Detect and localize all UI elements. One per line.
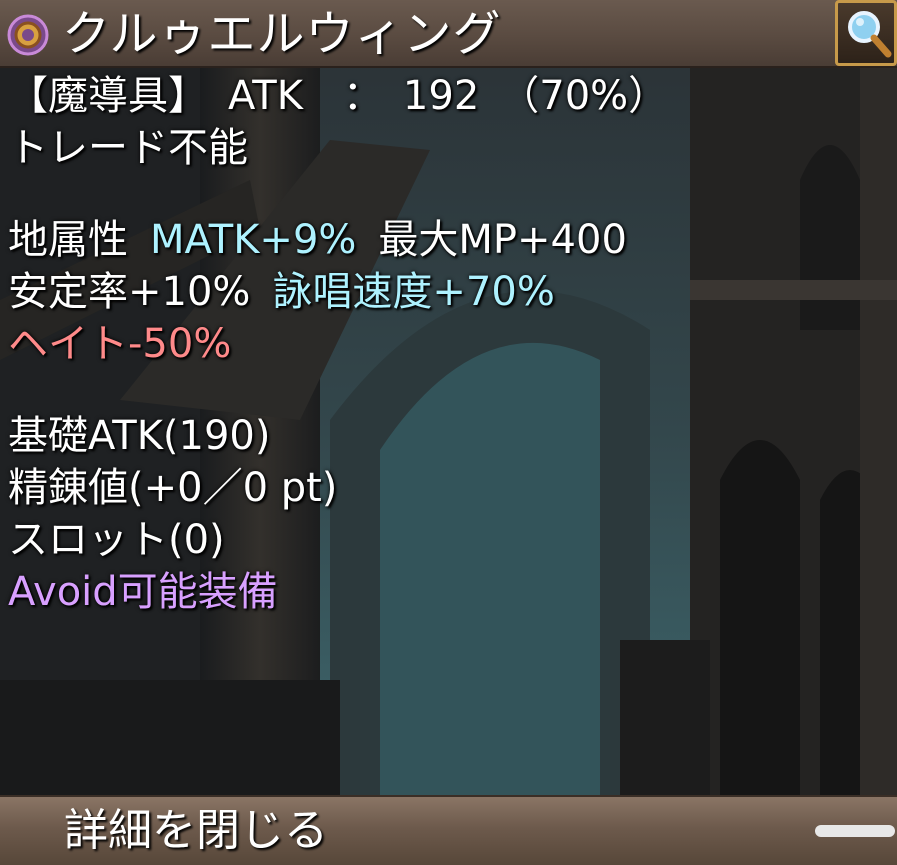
scroll-indicator — [815, 825, 895, 837]
slot-count: スロット(0) — [8, 517, 225, 563]
item-name-title: クルゥエルウィング — [62, 6, 502, 62]
max-mp-stat: 最大MP+400 — [378, 217, 627, 263]
close-details-button[interactable]: 詳細を閉じる — [0, 795, 897, 865]
stability-stat: 安定率+10% — [8, 269, 251, 315]
refine-value: 精錬値(+0／0 pt) — [8, 465, 338, 511]
magnifier-icon — [848, 11, 892, 58]
cast-speed-stat: 詠唱速度+70% — [272, 269, 555, 315]
matk-stat: MATK+9% — [150, 217, 357, 263]
stats-line-1: 地属性 MATK+9% 最大MP+400 — [8, 214, 888, 266]
element-attribute: 地属性 — [8, 217, 128, 263]
trade-status: トレード不能 — [8, 125, 248, 171]
search-button[interactable] — [835, 0, 897, 66]
stats-line-2: 安定率+10% 詠唱速度+70% — [8, 266, 888, 318]
ring-icon — [6, 13, 50, 57]
title-bar: クルゥエルウィング — [0, 0, 897, 68]
hate-stat: ヘイト-50% — [8, 321, 232, 367]
avoid-equip-note: Avoid可能装備 — [8, 569, 278, 615]
item-detail-screen: クルゥエルウィング 【魔導具】 ATK ： 192 （70%） トレード不能 地… — [0, 0, 897, 865]
base-atk: 基礎ATK(190) — [8, 413, 271, 459]
item-details: 【魔導具】 ATK ： 192 （70%） トレード不能 地属性 MATK+9% 最… — [8, 70, 888, 618]
close-details-label: 詳細を閉じる — [64, 805, 328, 856]
item-type-line: 【魔導具】 ATK ： 192 （70%） — [8, 73, 669, 119]
